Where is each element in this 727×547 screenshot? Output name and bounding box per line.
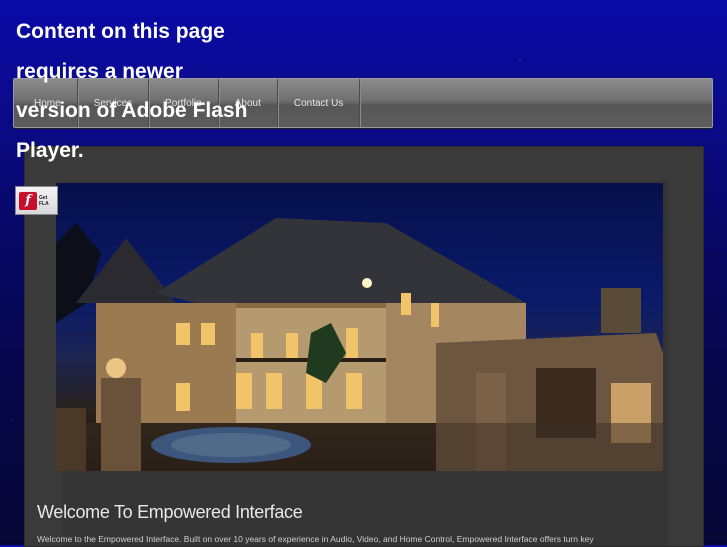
flash-badge-label: Get FLA	[39, 195, 49, 207]
get-flash-player-button[interactable]: f Get FLA	[15, 186, 58, 215]
flash-logo-icon: f	[19, 191, 37, 210]
flash-badge-line2: FLA	[39, 200, 49, 207]
nav-item-label: Contact Us	[293, 97, 344, 109]
intro-paragraph: Welcome to the Empowered Interface. Buil…	[37, 534, 594, 544]
flash-required-message: Content on this page requires a newer ve…	[16, 20, 248, 162]
house-night-illustration	[56, 218, 663, 471]
flash-badge-line1: Get	[39, 194, 48, 201]
page-title: Welcome To Empowered Interface	[37, 502, 303, 522]
nav-item-contact-us[interactable]: Contact Us	[278, 79, 361, 127]
hero-image	[56, 183, 663, 471]
